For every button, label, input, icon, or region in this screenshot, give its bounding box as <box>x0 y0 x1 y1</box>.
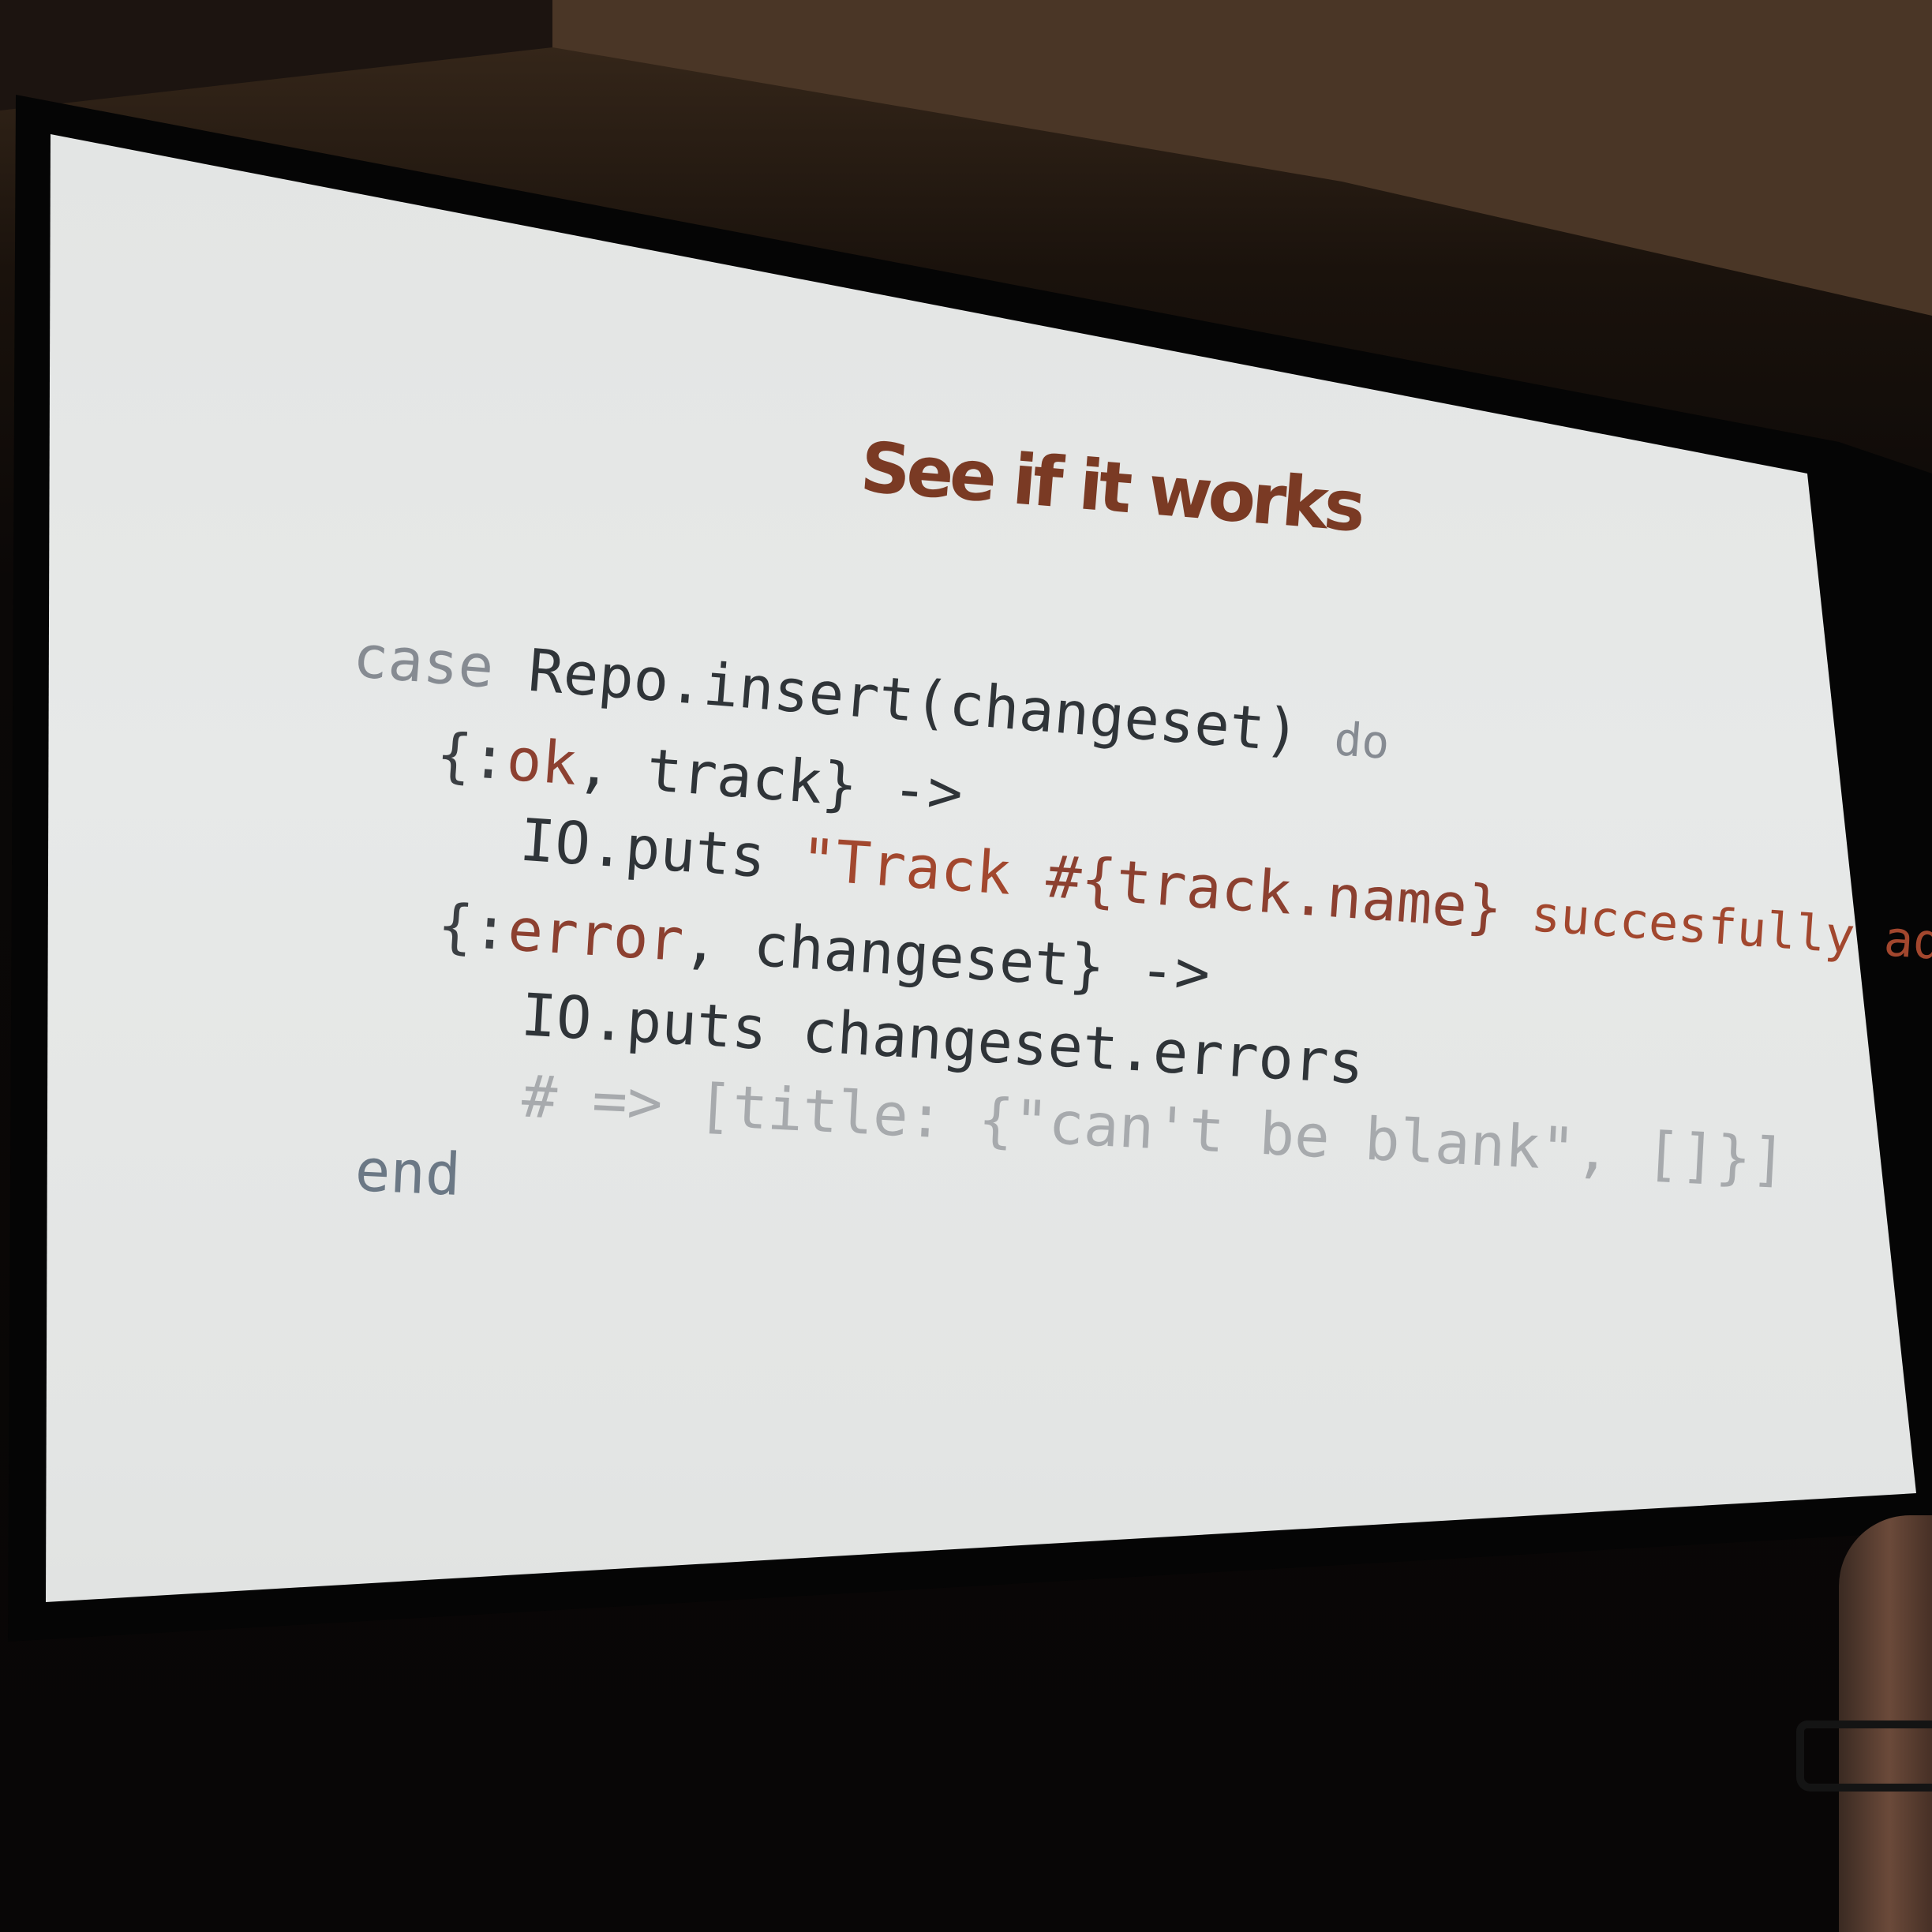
photo-scene: See if it works case Repo.insert(changes… <box>0 0 1932 1932</box>
slide-title: See if it works <box>857 426 1365 548</box>
keyword-end: end <box>354 1136 462 1210</box>
slide-content: See if it works case Repo.insert(changes… <box>0 0 1932 1932</box>
audience-member-glasses <box>1796 1720 1932 1792</box>
keyword-do: do <box>1332 711 1392 770</box>
code-comment: # => [title: {"can't be blank", []}] <box>520 1062 1788 1195</box>
code-line-6: # => [title: {"can't be blank", []}] <box>307 998 1791 1248</box>
code-line-7: end <box>140 1073 465 1263</box>
string-end: succesfully added" <box>1529 885 1932 979</box>
